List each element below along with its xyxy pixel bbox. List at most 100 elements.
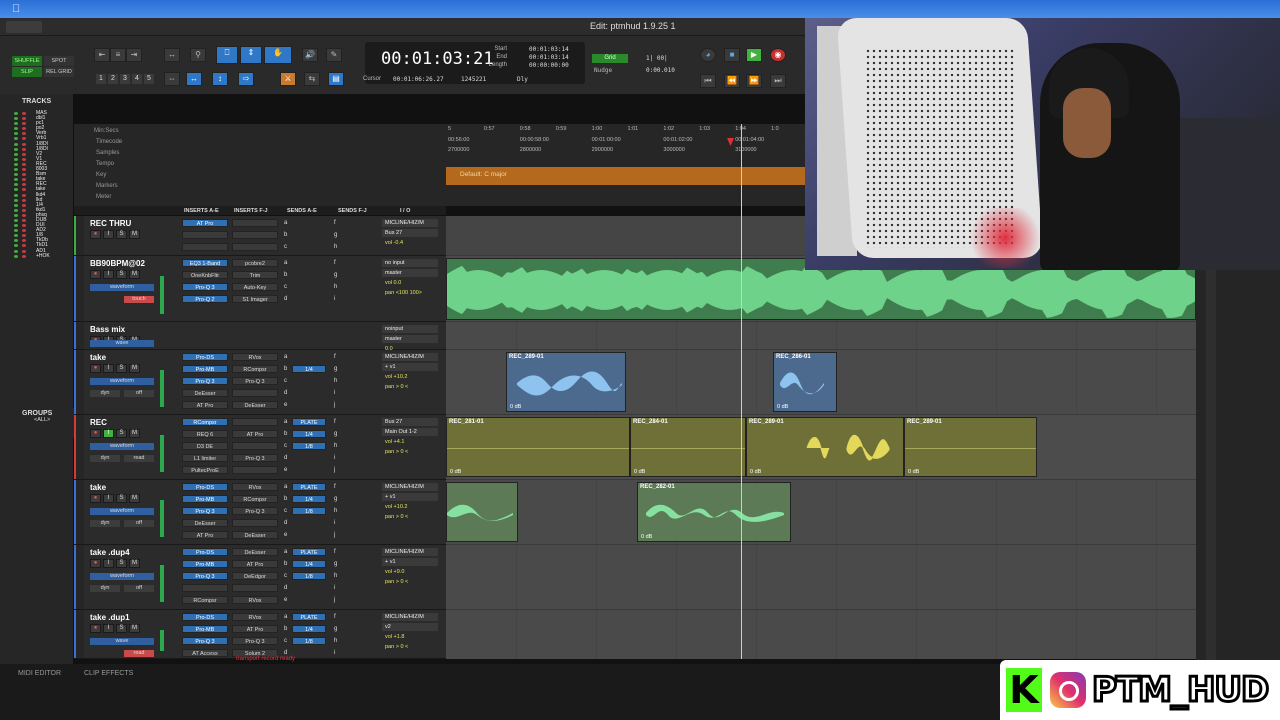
- mute-button[interactable]: M: [129, 624, 140, 633]
- solo-button[interactable]: S: [116, 270, 127, 279]
- insert-slot[interactable]: Pro-Q 2: [182, 295, 228, 303]
- insert-slot[interactable]: [232, 519, 278, 527]
- insert-slot[interactable]: REQ 6: [182, 430, 228, 438]
- timebase-selector[interactable]: dyn: [90, 520, 120, 527]
- zoom-preset-3[interactable]: 3: [120, 74, 130, 84]
- io-selector[interactable]: pan > 0 <: [382, 448, 438, 456]
- insert-slot[interactable]: DeEdgor: [232, 572, 278, 580]
- insert-slot[interactable]: DeEsser: [182, 519, 228, 527]
- send-slot[interactable]: h: [334, 284, 337, 290]
- io-selector[interactable]: + v1: [382, 558, 438, 566]
- ruler-timecode[interactable]: Timecode: [96, 139, 122, 145]
- insert-slot[interactable]: Pro-MB: [182, 495, 228, 503]
- nudge-value[interactable]: 0:00.010: [646, 67, 675, 74]
- go-to-end-button[interactable]: ⏭: [770, 74, 786, 88]
- insert-slot[interactable]: [182, 243, 228, 251]
- send-slot[interactable]: g: [334, 431, 337, 437]
- send-slot[interactable]: c: [284, 638, 287, 644]
- send-slot[interactable]: b: [284, 626, 287, 632]
- grid-button[interactable]: Grid: [592, 54, 628, 63]
- send-slot[interactable]: i: [334, 650, 335, 656]
- send-slot[interactable]: f: [334, 260, 336, 266]
- record-enable-button[interactable]: ●: [90, 364, 101, 373]
- insert-slot[interactable]: Pro-Q 3: [232, 454, 278, 462]
- insert-slot[interactable]: AT Access: [182, 649, 228, 657]
- fast-forward-button[interactable]: ⏩: [746, 74, 762, 88]
- insert-slot[interactable]: Pro-Q 3: [182, 283, 228, 291]
- input-monitor-button[interactable]: I: [103, 429, 114, 438]
- insert-slot[interactable]: Pro-DS: [182, 548, 228, 556]
- track-header[interactable]: take .dup4 ● I S Mwaveform dyn off Pro-DS Pro-MB…: [74, 545, 446, 610]
- send-slot[interactable]: b: [284, 272, 287, 278]
- input-monitor-button[interactable]: I: [103, 559, 114, 568]
- track-name[interactable]: REC: [90, 418, 107, 427]
- slip-mode-button[interactable]: SLIP: [12, 67, 42, 77]
- send-slot[interactable]: c: [284, 508, 287, 514]
- length-value[interactable]: 00:00:00:00: [529, 62, 569, 69]
- send-level[interactable]: 1/8: [292, 442, 326, 450]
- tracks-list-item[interactable]: +HOK: [0, 253, 73, 259]
- track-header[interactable]: take ● I S Mwaveform dyn off Pro-DS Pro-MB Pro-Q …: [74, 350, 446, 415]
- zoom-toggle-icon[interactable]: ↔: [164, 48, 180, 62]
- send-slot[interactable]: a: [284, 260, 287, 266]
- insert-slot[interactable]: Pro-MB: [182, 365, 228, 373]
- send-slot[interactable]: j: [334, 597, 335, 603]
- io-selector[interactable]: pan <100 100>: [382, 289, 438, 297]
- send-slot[interactable]: j: [334, 402, 335, 408]
- insert-slot[interactable]: D3 DE: [182, 442, 228, 450]
- io-selector[interactable]: pan > 0 <: [382, 383, 438, 391]
- zoomer-tool-icon[interactable]: ⚲: [190, 48, 206, 62]
- edit-timeline[interactable]: REC_289-01 0 dB REC_286-01 0 dB REC_281-…: [446, 216, 1196, 659]
- send-slot[interactable]: b: [284, 366, 287, 372]
- send-slot[interactable]: a: [284, 220, 287, 226]
- input-monitor-button[interactable]: I: [103, 270, 114, 279]
- send-level[interactable]: 1/8: [292, 507, 326, 515]
- io-selector[interactable]: MICLINE/HIZ/M: [382, 548, 438, 556]
- send-slot[interactable]: f: [334, 419, 336, 425]
- solo-button[interactable]: S: [116, 230, 127, 239]
- insert-slot[interactable]: Pro-Q 3: [182, 637, 228, 645]
- insert-slot[interactable]: [232, 442, 278, 450]
- insert-slot[interactable]: Pro-Q 3: [232, 637, 278, 645]
- io-selector[interactable]: vol +4.1: [382, 438, 438, 446]
- send-slot[interactable]: d: [284, 585, 287, 591]
- insert-slot[interactable]: [182, 231, 228, 239]
- clip-rec-289-a[interactable]: REC_289-01 0 dB: [506, 352, 626, 412]
- send-level[interactable]: 1/8: [292, 637, 326, 645]
- send-slot[interactable]: e: [284, 532, 287, 538]
- lane-take-dup1[interactable]: [446, 610, 1196, 659]
- input-monitor-button[interactable]: I: [103, 364, 114, 373]
- send-slot[interactable]: h: [334, 443, 337, 449]
- lane-take[interactable]: REC_289-01 0 dB REC_286-01 0 dB: [446, 350, 1196, 415]
- insert-slot[interactable]: Pro-DS: [182, 483, 228, 491]
- insert-slot[interactable]: RCompsr: [182, 596, 228, 604]
- insert-slot[interactable]: RVox: [232, 353, 278, 361]
- ruler-min-secs[interactable]: Min:Secs: [94, 128, 119, 134]
- record-enable-button[interactable]: ●: [90, 270, 101, 279]
- record-enable-button[interactable]: ●: [90, 230, 101, 239]
- playhead-line[interactable]: [741, 124, 742, 659]
- track-header[interactable]: Bass mix●ISMwavenoinputmaster0.0: [74, 322, 446, 352]
- send-slot[interactable]: i: [334, 520, 335, 526]
- insert-slot[interactable]: [232, 418, 278, 426]
- input-monitor-button[interactable]: I: [103, 230, 114, 239]
- send-slot[interactable]: c: [284, 443, 287, 449]
- track-header[interactable]: BB90BPM@02 ● I S Mwaveform touch EQ3 1-Band One…: [74, 256, 446, 322]
- io-selector[interactable]: vol -0.4: [382, 239, 438, 247]
- send-slot[interactable]: g: [334, 272, 337, 278]
- send-slot[interactable]: e: [284, 597, 287, 603]
- track-header[interactable]: REC ● I S Mwaveform dyn read RCompsr REQ 6 D3 DE L…: [74, 415, 446, 480]
- groups-all-item[interactable]: <ALL>: [0, 417, 74, 423]
- automation-mode-selector[interactable]: read: [124, 455, 154, 462]
- insert-slot[interactable]: Pro-MB: [182, 625, 228, 633]
- insert-slot[interactable]: DeEsser: [232, 401, 278, 409]
- grabber-tool-icon[interactable]: ✋: [264, 46, 292, 64]
- solo-button[interactable]: S: [116, 429, 127, 438]
- io-selector[interactable]: noinput: [382, 325, 438, 333]
- timebase-selector[interactable]: dyn: [90, 585, 120, 592]
- track-header[interactable]: REC THRU ● I S M AT Pro a b c f g h MICLINE/HIZ/M Bus…: [74, 216, 446, 256]
- insert-slot[interactable]: [232, 219, 278, 227]
- record-enable-button[interactable]: ●: [90, 494, 101, 503]
- track-name[interactable]: take .dup4: [90, 548, 130, 557]
- send-slot[interactable]: g: [334, 366, 337, 372]
